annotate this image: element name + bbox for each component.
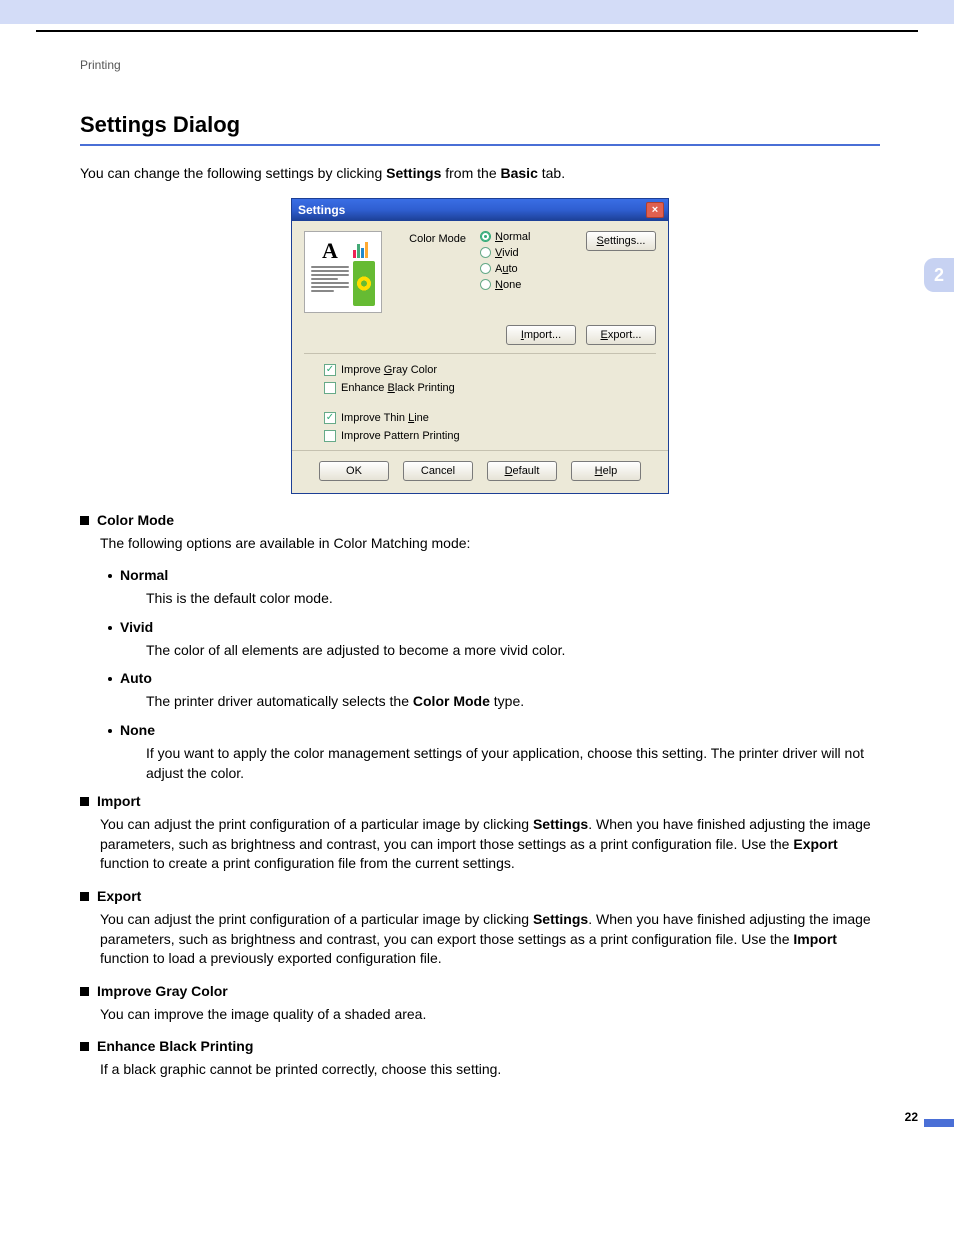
export-desc: You can adjust the print configuration o… — [100, 910, 880, 969]
radio-icon — [480, 231, 491, 242]
radio-icon — [480, 279, 491, 290]
square-bullet-icon — [80, 797, 89, 806]
intro-paragraph: You can change the following settings by… — [80, 164, 880, 184]
default-button[interactable]: Default — [487, 461, 557, 481]
export-button[interactable]: Export... — [586, 325, 656, 345]
check-improve-pattern[interactable]: Improve Pattern Printing — [324, 430, 656, 442]
square-bullet-icon — [80, 1042, 89, 1051]
chapter-number: 2 — [934, 265, 944, 286]
section-import: Import — [80, 793, 880, 809]
page-number-band — [924, 1119, 954, 1127]
section-enhance-black: Enhance Black Printing — [80, 1038, 880, 1054]
ok-button[interactable]: OK — [319, 461, 389, 481]
import-desc: You can adjust the print configuration o… — [100, 815, 880, 874]
page-title: Settings Dialog — [80, 112, 880, 138]
section-improve-gray: Improve Gray Color — [80, 983, 880, 999]
color-mode-label: Color Mode — [396, 231, 466, 313]
preview-thumbnail: A — [304, 231, 382, 313]
item-normal-desc: This is the default color mode. — [146, 589, 880, 609]
section-color-mode: Color Mode — [80, 512, 880, 528]
page-number: 22 — [905, 1110, 918, 1124]
dot-bullet-icon — [108, 626, 112, 630]
item-auto-desc: The printer driver automatically selects… — [146, 692, 880, 712]
square-bullet-icon — [80, 892, 89, 901]
help-button[interactable]: Help — [571, 461, 641, 481]
dialog-titlebar: Settings × — [292, 199, 668, 221]
check-enhance-black[interactable]: Enhance Black Printing — [324, 382, 656, 394]
dot-bullet-icon — [108, 729, 112, 733]
checkbox-icon — [324, 382, 336, 394]
dot-bullet-icon — [108, 574, 112, 578]
radio-icon — [480, 263, 491, 274]
item-none-desc: If you want to apply the color managemen… — [146, 744, 880, 783]
improve-gray-desc: You can improve the image quality of a s… — [100, 1005, 880, 1025]
square-bullet-icon — [80, 516, 89, 525]
dialog-title: Settings — [298, 203, 345, 217]
close-icon: × — [652, 204, 658, 216]
chapter-tab: 2 — [924, 258, 954, 292]
check-improve-gray[interactable]: ✓ Improve Gray Color — [324, 364, 656, 376]
item-auto: Auto — [108, 670, 880, 686]
header-band — [0, 0, 954, 30]
color-mode-radio-normal[interactable]: Normal — [480, 231, 572, 243]
color-mode-radio-auto[interactable]: Auto — [480, 263, 572, 275]
checkbox-icon — [324, 430, 336, 442]
checkbox-icon: ✓ — [324, 364, 336, 376]
title-rule — [80, 144, 880, 146]
settings-dialog: Settings × A — [291, 198, 669, 494]
radio-icon — [480, 247, 491, 258]
import-button[interactable]: Import... — [506, 325, 576, 345]
item-vivid: Vivid — [108, 619, 880, 635]
section-export: Export — [80, 888, 880, 904]
check-improve-thin-line[interactable]: ✓ Improve Thin Line — [324, 412, 656, 424]
checkbox-icon: ✓ — [324, 412, 336, 424]
item-normal: Normal — [108, 567, 880, 583]
color-mode-radio-vivid[interactable]: Vivid — [480, 247, 572, 259]
preview-photo-icon — [353, 261, 375, 306]
square-bullet-icon — [80, 987, 89, 996]
color-mode-radio-none[interactable]: None — [480, 279, 572, 291]
item-none: None — [108, 722, 880, 738]
settings-button[interactable]: Settings... — [586, 231, 656, 251]
preview-chart-icon — [353, 238, 375, 258]
enhance-black-desc: If a black graphic cannot be printed cor… — [100, 1060, 880, 1080]
preview-letter: A — [311, 238, 349, 264]
top-rule — [36, 30, 918, 32]
cancel-button[interactable]: Cancel — [403, 461, 473, 481]
color-mode-lead: The following options are available in C… — [100, 534, 880, 554]
close-button[interactable]: × — [646, 202, 664, 218]
item-vivid-desc: The color of all elements are adjusted t… — [146, 641, 880, 661]
dot-bullet-icon — [108, 677, 112, 681]
breadcrumb: Printing — [80, 58, 918, 72]
